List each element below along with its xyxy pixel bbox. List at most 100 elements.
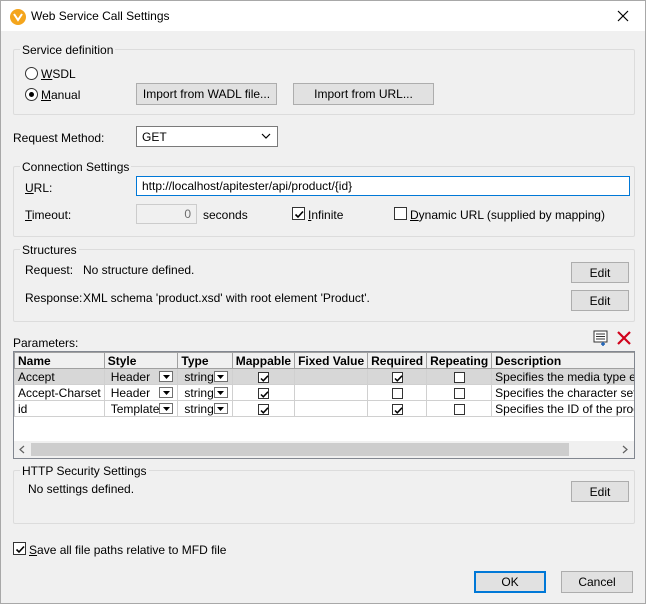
wsdl-radio-label: WSDL [41,67,76,81]
description-cell[interactable]: Specifies the ID of the product to ret [491,400,634,417]
request-edit-button[interactable]: Edit [571,262,629,283]
style-cell[interactable]: Template [103,400,179,417]
table-row[interactable]: id Template string Specifies the ID of the … [14,400,634,417]
name-cell[interactable]: Accept-Charset [14,384,105,401]
fixed-value-cell[interactable] [294,400,369,417]
required-checkbox[interactable] [391,403,403,415]
column-header[interactable]: Style [103,352,179,369]
table-row[interactable]: Accept Header string Specifies the media ty… [14,368,634,385]
column-header[interactable]: Description [491,352,634,369]
checkmark-icon [394,407,403,414]
required-cell[interactable] [367,368,428,385]
url-label: URL: [25,181,53,195]
required-cell[interactable] [367,400,428,417]
type-dropdown[interactable] [213,371,228,382]
request-structure-value: No structure defined. [83,263,195,277]
fixed-value-cell[interactable] [294,384,369,401]
type-cell[interactable]: string [177,384,233,401]
chevron-down-icon [261,133,271,139]
repeating-checkbox[interactable] [453,387,465,399]
dynamic-url-checkbox[interactable] [394,207,407,220]
description-cell[interactable]: Specifies the media type expected by [491,368,634,385]
required-cell[interactable] [367,384,428,401]
name-cell[interactable]: id [14,400,105,417]
response-edit-button[interactable]: Edit [571,290,629,311]
import-wadl-button[interactable]: Import from WADL file... [136,83,277,105]
http-security-label: HTTP Security Settings [20,464,149,478]
mappable-checkbox[interactable] [257,403,269,415]
style-dropdown[interactable] [159,403,174,414]
column-header[interactable]: Required [367,352,428,369]
mappable-checkbox[interactable] [257,371,269,383]
scroll-left-icon[interactable] [19,445,25,454]
service-definition-label: Service definition [20,43,116,57]
mappable-cell[interactable] [231,400,296,417]
repeating-cell[interactable] [426,400,493,417]
name-cell[interactable]: Accept [14,368,105,385]
column-header[interactable]: Type [177,352,233,369]
repeating-checkbox[interactable] [453,371,465,383]
parameters-grid: Name Style Type Mappable Fixed Value Req… [14,352,634,417]
type-dropdown[interactable] [213,387,228,398]
mappable-cell[interactable] [231,368,296,385]
required-checkbox[interactable] [391,387,403,399]
parameters-table[interactable]: Name Style Type Mappable Fixed Value Req… [13,351,635,459]
column-header[interactable]: Mappable [231,352,296,369]
structures-label: Structures [20,243,79,257]
type-cell[interactable]: string [177,400,233,417]
repeating-checkbox[interactable] [453,403,465,415]
add-parameter-icon [593,330,608,346]
cancel-button[interactable]: Cancel [561,571,633,593]
horizontal-scrollbar[interactable] [14,441,634,458]
manual-radio-label: Manual [41,88,81,102]
request-structure-label: Request: [25,263,74,277]
style-value: Template [110,401,160,416]
infinite-checkbox[interactable] [292,207,305,220]
save-relative-checkbox[interactable] [13,542,26,555]
add-parameter-button[interactable] [593,330,611,347]
dropdown-arrow-icon [162,406,170,411]
column-header[interactable]: Repeating [426,352,493,369]
window-title: Web Service Call Settings [31,9,170,23]
url-input[interactable]: http://localhost/apitester/api/product/{… [136,176,630,196]
repeating-cell[interactable] [426,384,493,401]
type-cell[interactable]: string [177,368,233,385]
style-cell[interactable]: Header [103,384,179,401]
request-method-value: GET [142,129,167,144]
save-relative-label: Save all file paths relative to MFD file [29,543,227,557]
style-value: Header [110,385,151,400]
checkmark-icon [260,375,269,382]
type-value: string [184,401,214,416]
timeout-label: Timeout: [25,208,72,222]
fixed-value-cell[interactable] [294,368,369,385]
mappable-cell[interactable] [231,384,296,401]
close-button[interactable] [601,1,645,31]
style-dropdown[interactable] [159,387,174,398]
style-cell[interactable]: Header [103,368,179,385]
wsdl-radio[interactable] [25,67,38,80]
table-row[interactable]: Accept-Charset Header string Specifies the … [14,384,634,401]
type-dropdown[interactable] [213,403,228,414]
repeating-cell[interactable] [426,368,493,385]
column-header[interactable]: Fixed Value [294,352,369,369]
close-icon [617,10,629,22]
dialog-window: Web Service Call Settings Service defini… [0,0,646,604]
scroll-right-icon[interactable] [622,445,628,454]
timeout-input[interactable]: 0 [136,204,197,224]
style-dropdown[interactable] [159,371,174,382]
checkmark-icon [260,407,269,414]
seconds-label: seconds [203,208,248,222]
column-header[interactable]: Name [14,352,105,369]
ok-button[interactable]: OK [474,571,546,593]
scrollbar-thumb[interactable] [31,443,569,456]
import-url-button[interactable]: Import from URL... [293,83,434,105]
description-cell[interactable]: Specifies the character set expected [491,384,634,401]
dropdown-arrow-icon [217,406,225,411]
request-method-select[interactable]: GET [136,126,278,147]
delete-parameter-button[interactable] [616,330,632,346]
dropdown-arrow-icon [162,374,170,379]
http-security-edit-button[interactable]: Edit [571,481,629,502]
required-checkbox[interactable] [391,371,403,383]
mappable-checkbox[interactable] [257,387,269,399]
manual-radio[interactable] [25,88,38,101]
